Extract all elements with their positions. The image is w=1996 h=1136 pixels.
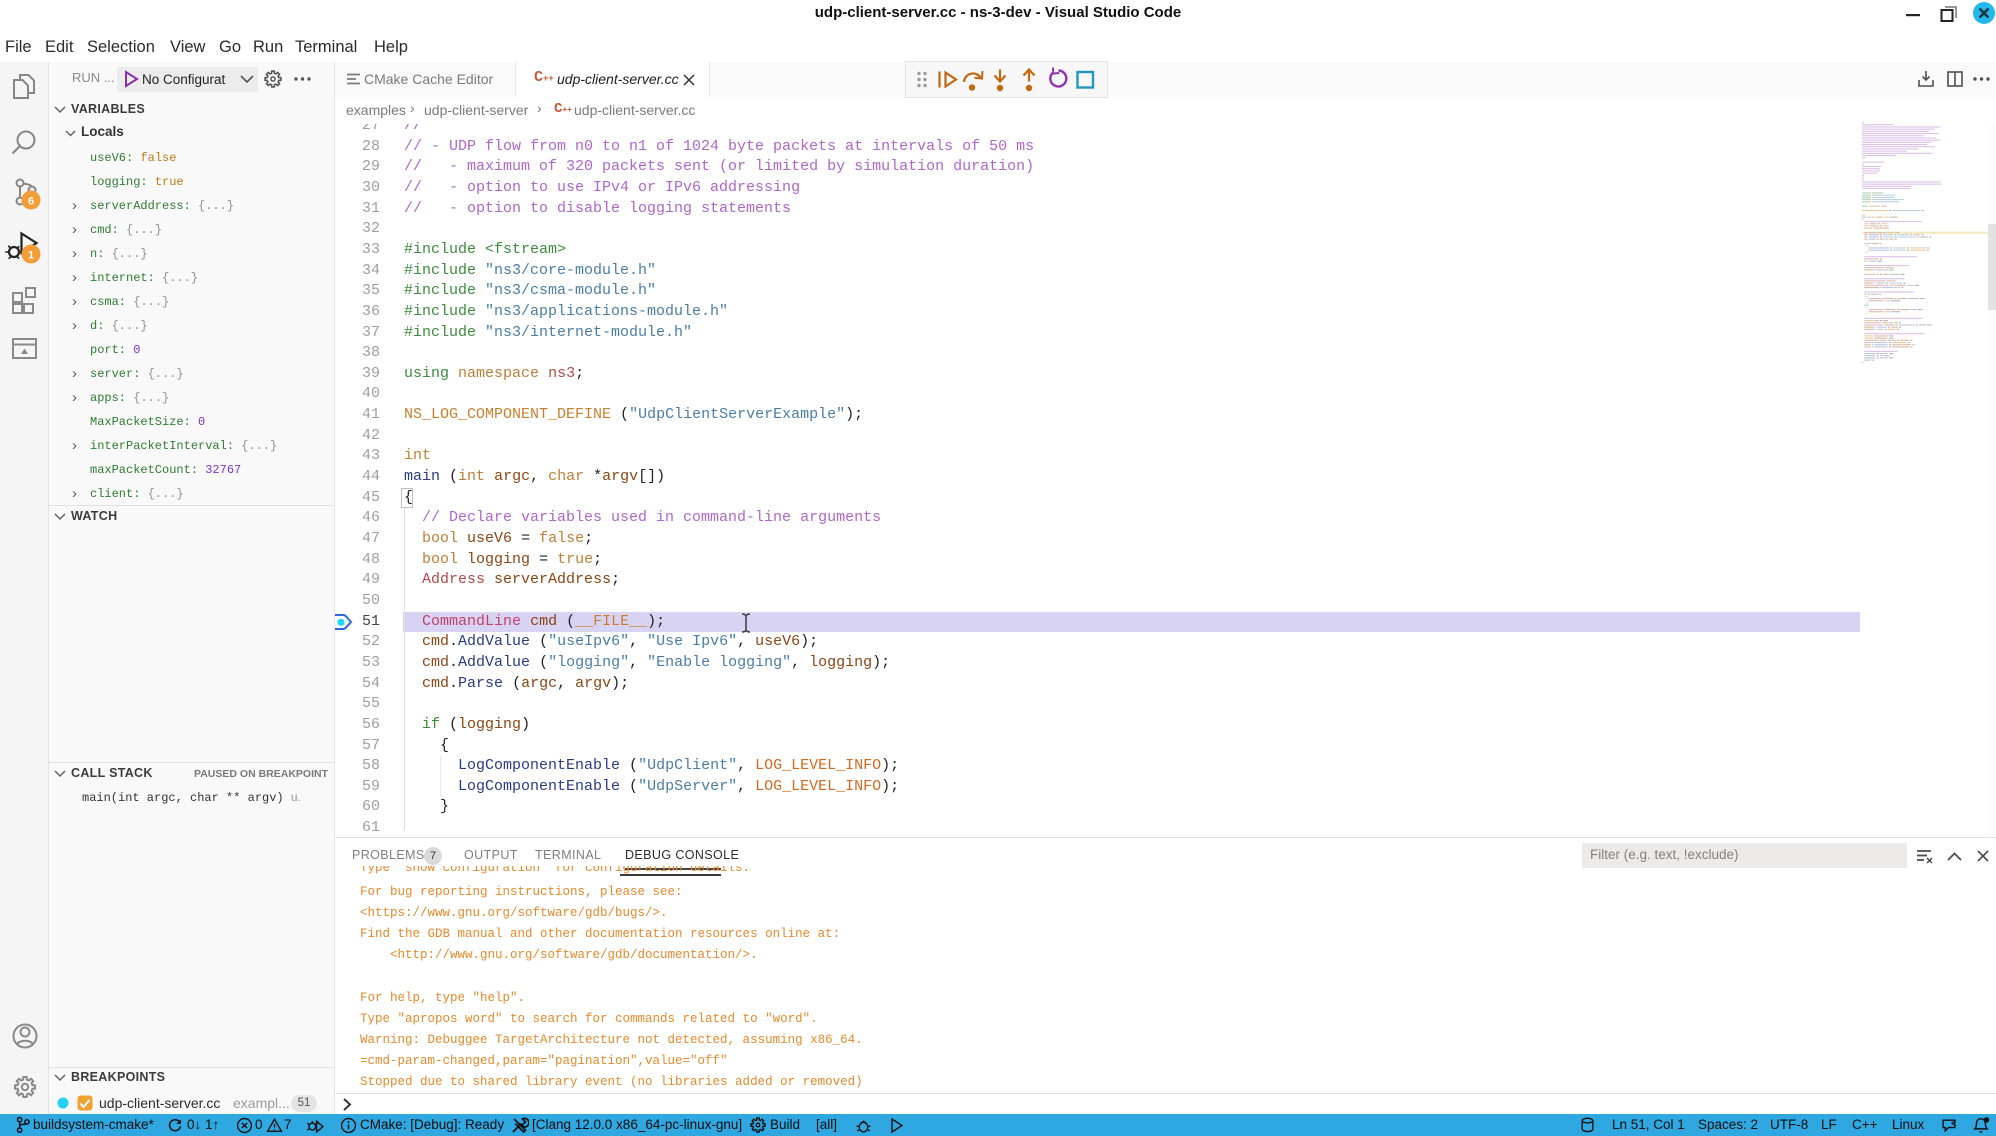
svg-text:1: 1 <box>28 250 34 262</box>
svg-text:6: 6 <box>28 196 34 208</box>
